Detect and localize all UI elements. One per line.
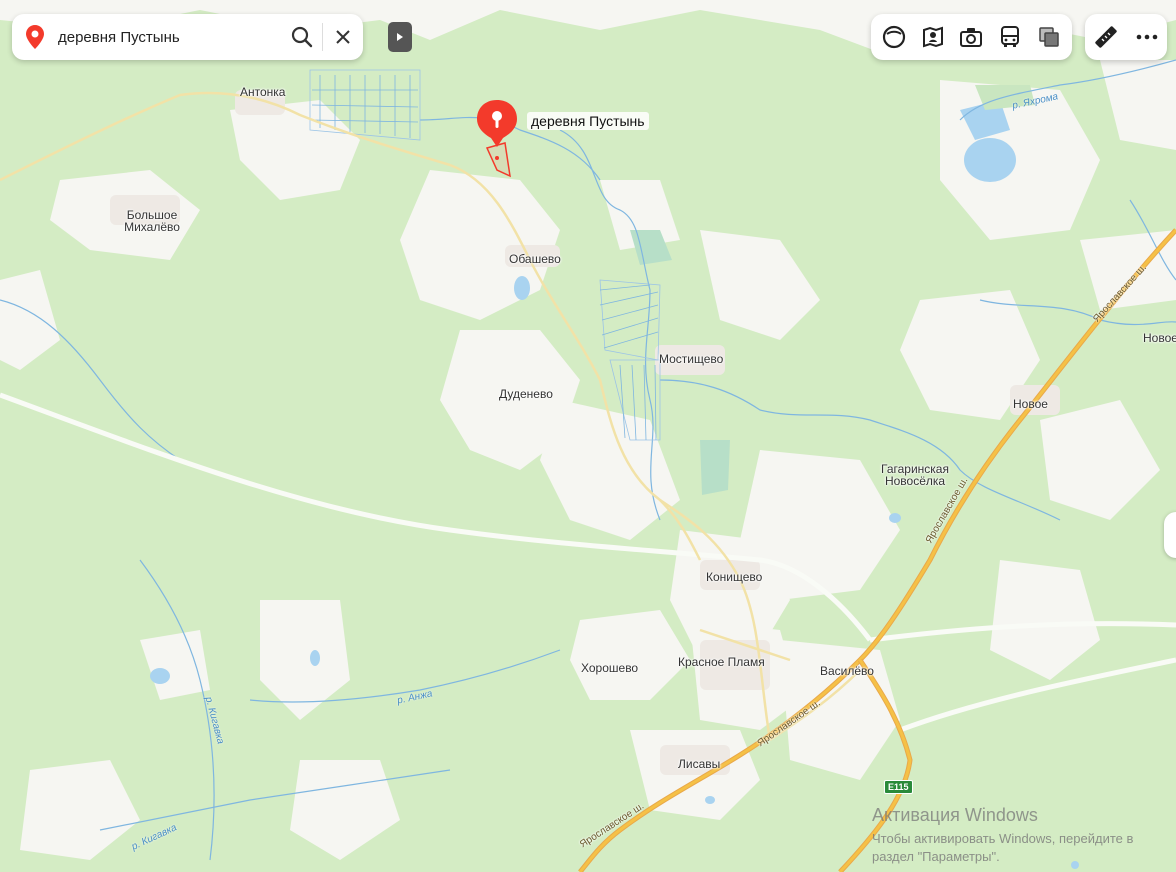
layers-stack-button[interactable] bbox=[1031, 19, 1067, 55]
layers-circle-icon bbox=[883, 25, 906, 49]
more-icon bbox=[1136, 34, 1157, 40]
side-panel-handle[interactable] bbox=[1164, 512, 1176, 558]
more-button[interactable] bbox=[1129, 19, 1165, 55]
tools-toolbar bbox=[1085, 14, 1167, 60]
clear-search-button[interactable] bbox=[323, 17, 363, 57]
search-button[interactable] bbox=[282, 17, 322, 57]
marker-label[interactable]: деревня Пустынь bbox=[527, 112, 649, 130]
place-dudenevo[interactable]: Дуденево bbox=[499, 387, 553, 401]
place-krasnoe-plamya[interactable]: Красное Пламя bbox=[678, 655, 765, 669]
camera-icon bbox=[960, 28, 983, 47]
panorama-map-icon bbox=[922, 26, 943, 48]
close-icon bbox=[336, 30, 350, 44]
location-pin-icon bbox=[26, 25, 44, 49]
play-arrow-icon bbox=[397, 33, 403, 41]
expand-panel-button[interactable] bbox=[388, 22, 412, 52]
map-canvas[interactable] bbox=[0, 0, 1176, 872]
search-input[interactable]: деревня Пустынь bbox=[58, 29, 282, 46]
place-novoselka[interactable]: Новосёлка bbox=[885, 474, 945, 488]
bus-icon bbox=[1001, 26, 1020, 47]
place-antonka[interactable]: Антонка bbox=[240, 85, 285, 99]
photo-button[interactable] bbox=[953, 19, 989, 55]
transport-button[interactable] bbox=[992, 19, 1028, 55]
search-icon bbox=[291, 26, 313, 48]
ruler-icon bbox=[1094, 26, 1117, 48]
map-layers-toolbar bbox=[871, 14, 1072, 60]
place-mikhalevo[interactable]: Михалёво bbox=[124, 220, 180, 234]
place-novoe[interactable]: Новое bbox=[1013, 397, 1048, 411]
layers-circle-button[interactable] bbox=[876, 19, 912, 55]
ruler-button[interactable] bbox=[1088, 19, 1124, 55]
search-box[interactable]: деревня Пустынь bbox=[12, 14, 363, 60]
route-shield-e115: E115 bbox=[884, 780, 913, 794]
location-pin-icon[interactable] bbox=[474, 98, 520, 148]
place-khoroshevo[interactable]: Хорошево bbox=[581, 661, 638, 675]
windows-watermark-title: Активация Windows bbox=[872, 805, 1038, 825]
layers-stack-icon bbox=[1038, 27, 1059, 47]
place-vasilevo[interactable]: Василёво bbox=[820, 664, 874, 678]
place-lisavy[interactable]: Лисавы bbox=[678, 757, 720, 771]
watermark-line-1: Чтобы активировать Windows, перейдите в bbox=[872, 831, 1134, 846]
place-mostishchevo[interactable]: Мостищево bbox=[659, 352, 723, 366]
place-obashevo[interactable]: Обашево bbox=[509, 252, 561, 266]
windows-watermark-text: Чтобы активировать Windows, перейдите в … bbox=[872, 830, 1133, 866]
place-konishchevo[interactable]: Конищево bbox=[706, 570, 762, 584]
watermark-line-2: раздел "Параметры". bbox=[872, 849, 1000, 864]
panorama-map-button[interactable] bbox=[915, 19, 951, 55]
place-novoe-edge[interactable]: Новое bbox=[1143, 331, 1176, 345]
